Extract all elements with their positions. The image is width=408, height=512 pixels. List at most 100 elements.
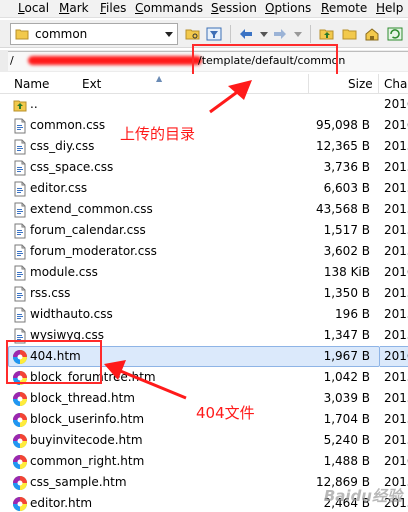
file-name: forum_calendar.css — [30, 223, 146, 237]
file-name: common.css — [30, 118, 106, 132]
menu-files[interactable]: Files — [100, 1, 126, 16]
forward-button[interactable] — [270, 24, 290, 44]
parent-dir-icon — [12, 97, 28, 113]
file-row[interactable]: common.css 95,098 B 2016 — [0, 115, 408, 136]
sort-ascending-icon: ▲ — [156, 74, 163, 83]
css-file-icon — [12, 181, 28, 197]
menu-local[interactable]: Local — [18, 1, 49, 16]
file-changed: 2015 — [384, 181, 408, 195]
file-size: 12,365 B — [315, 139, 370, 153]
refresh-button[interactable] — [385, 24, 405, 44]
redaction-mark — [28, 56, 202, 65]
file-row[interactable]: extend_common.css 43,568 B 2015 — [0, 199, 408, 220]
file-changed: 2015 — [384, 328, 408, 342]
file-name: module.css — [30, 265, 98, 279]
file-changed: 2015 — [384, 307, 408, 321]
file-row[interactable]: common_right.htm 1,488 B 2016 — [0, 451, 408, 472]
css-file-icon — [12, 286, 28, 302]
root-folder-icon — [342, 29, 357, 40]
file-changed: 2016 — [384, 118, 408, 132]
menu-remote[interactable]: Remote — [321, 1, 367, 16]
annotation-upload-dir-label: 上传的目录 — [120, 125, 196, 143]
menu-options[interactable]: Options — [265, 1, 311, 16]
file-name: css_sample.htm — [30, 475, 127, 489]
file-name: css_diy.css — [30, 139, 95, 153]
column-separator[interactable] — [378, 74, 379, 94]
file-changed: 2015 — [384, 202, 408, 216]
filter-button[interactable] — [204, 24, 224, 44]
file-changed: 2015 — [384, 286, 408, 300]
home-directory-button[interactable] — [362, 24, 382, 44]
file-size: 5,240 B — [323, 433, 370, 447]
file-list: .. 2016 common.css 95,098 B 2016 css_diy.css 1… — [0, 94, 408, 512]
root-directory-button[interactable] — [340, 24, 360, 44]
file-name: buyinvitecode.htm — [30, 433, 143, 447]
toolbar-separator — [230, 25, 231, 43]
open-folder-icon — [185, 29, 200, 40]
menu-help[interactable]: Help — [376, 1, 403, 16]
file-row[interactable]: buyinvitecode.htm 5,240 B 2015 — [0, 430, 408, 451]
menu-mark[interactable]: Mark — [59, 1, 89, 16]
file-name: editor.htm — [30, 496, 93, 510]
file-row[interactable]: editor.css 6,603 B 2015 — [0, 178, 408, 199]
htm-file-icon — [12, 433, 28, 449]
parent-directory-button[interactable] — [317, 24, 337, 44]
css-file-icon — [12, 307, 28, 323]
file-changed: 2015 — [384, 244, 408, 258]
menu-commands[interactable]: Commands — [135, 1, 203, 16]
chevron-down-icon — [165, 32, 173, 37]
file-size: 1,350 B — [323, 286, 370, 300]
forward-history-button[interactable] — [288, 24, 308, 44]
chevron-down-icon — [294, 32, 302, 37]
open-directory-button[interactable] — [183, 24, 203, 44]
home-icon — [365, 28, 379, 41]
column-separator[interactable] — [308, 74, 309, 94]
menu-session[interactable]: Session — [211, 1, 257, 16]
file-name: block_userinfo.htm — [30, 412, 145, 426]
file-changed: 2015 — [384, 160, 408, 174]
css-file-icon — [12, 139, 28, 155]
file-row[interactable]: module.css 138 KiB 2016 — [0, 262, 408, 283]
column-header-name[interactable]: Name — [14, 77, 49, 91]
file-changed: 2015 — [384, 412, 408, 426]
file-size: 1,347 B — [323, 328, 370, 342]
css-file-icon — [12, 244, 28, 260]
chevron-down-icon — [260, 32, 268, 37]
file-changed: 2016 — [384, 454, 408, 468]
file-changed: 2015 — [384, 391, 408, 405]
file-row[interactable]: widthauto.css 196 B 2015 — [0, 304, 408, 325]
htm-file-icon — [12, 496, 28, 512]
annotation-file-label: 404文件 — [196, 404, 255, 422]
column-header-changed[interactable]: Char — [384, 77, 408, 91]
filter-icon — [206, 27, 222, 41]
file-row[interactable]: css_diy.css 12,365 B 2015 — [0, 136, 408, 157]
file-size: 196 B — [335, 307, 370, 321]
column-header-size[interactable]: Size — [348, 77, 373, 91]
file-size: 3,736 B — [323, 160, 370, 174]
directory-select[interactable]: common — [10, 23, 178, 45]
file-row[interactable]: .. 2016 — [0, 94, 408, 115]
back-button[interactable] — [236, 24, 256, 44]
file-size: 6,603 B — [323, 181, 370, 195]
parent-folder-icon — [319, 29, 334, 40]
column-header-ext[interactable]: Ext — [82, 77, 101, 91]
file-row[interactable]: forum_calendar.css 1,517 B 2015 — [0, 220, 408, 241]
file-name: rss.css — [30, 286, 71, 300]
file-name: editor.css — [30, 181, 88, 195]
menu-bar: Local Mark Files Commands Session Option… — [0, 0, 408, 18]
file-row[interactable]: rss.css 1,350 B 2015 — [0, 283, 408, 304]
file-row[interactable]: css_space.css 3,736 B 2015 — [0, 157, 408, 178]
file-size: 95,098 B — [315, 118, 370, 132]
file-name: forum_moderator.css — [30, 244, 157, 258]
watermark: Baidu经验 — [323, 487, 402, 505]
file-size: 1,517 B — [323, 223, 370, 237]
file-size: 1,704 B — [323, 412, 370, 426]
path-prefix: / — [10, 54, 14, 67]
back-arrow-icon — [240, 29, 252, 39]
file-row[interactable]: forum_moderator.css 3,602 B 2015 — [0, 241, 408, 262]
directory-select-value: common — [35, 27, 88, 41]
folder-icon — [15, 29, 29, 40]
file-size: 1,488 B — [323, 454, 370, 468]
file-changed: 2015 — [384, 370, 408, 384]
column-header: Name Ext ▲ Size Char — [0, 74, 408, 94]
